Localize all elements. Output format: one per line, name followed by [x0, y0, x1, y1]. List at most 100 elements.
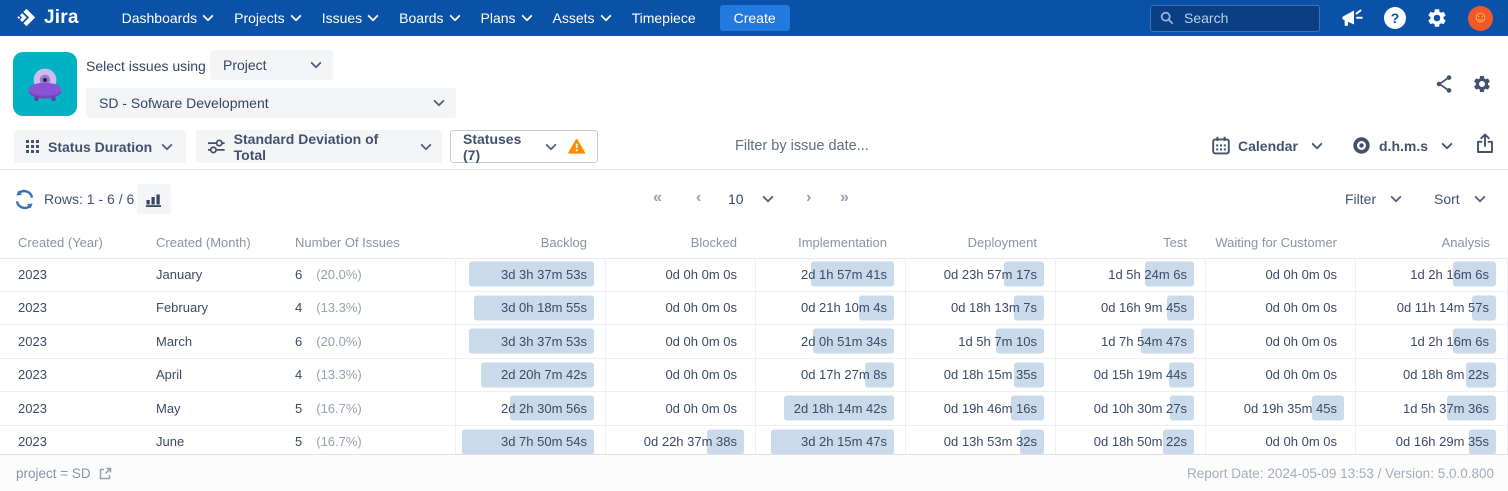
time-format-dropdown[interactable]: d.h.m.s: [1352, 136, 1453, 155]
table-body: 2023 January 6 (20.0%) 3d 3h 37m 53s 0d 0h 0m…: [0, 258, 1508, 459]
share-icon: [1436, 75, 1452, 93]
cell-duration: 2d 20h 7m 42s: [455, 358, 605, 391]
cell-issue-count: 5 (16.7%): [295, 434, 455, 449]
duration-value: 1d 5h 7m 10s: [958, 333, 1037, 349]
gear-icon: [1428, 9, 1446, 27]
report-settings-button[interactable]: [1472, 74, 1492, 94]
pagination-next-button[interactable]: ›: [806, 189, 811, 207]
pagination-last-button[interactable]: »: [840, 189, 849, 207]
duration-value: 2d 2h 30m 56s: [500, 400, 587, 416]
cell-year: 2023: [18, 333, 47, 349]
ufo-icon: [28, 68, 62, 102]
duration-value: 0d 0h 0m 0s: [665, 400, 737, 416]
project-select[interactable]: SD - Sofware Development: [86, 88, 456, 118]
duration-value: 0d 16h 9m 45s: [1100, 300, 1187, 316]
table-row: 2023 February 4 (13.3%) 3d 0h 18m 55s 0d 0h 0…: [0, 291, 1508, 325]
issue-count-value: 5: [295, 434, 303, 450]
calendar-icon: [1212, 136, 1230, 155]
filter-dropdown[interactable]: Filter: [1345, 191, 1402, 207]
issue-date-filter[interactable]: Filter by issue date...: [735, 138, 869, 154]
duration-value: 0d 21h 10m 4s: [800, 300, 887, 316]
create-button[interactable]: Create: [719, 5, 790, 31]
jira-logo[interactable]: Jira: [15, 7, 79, 29]
page-size-select[interactable]: 10: [728, 191, 774, 207]
nav-item-boards[interactable]: Boards: [388, 0, 469, 36]
pagination-first-button[interactable]: «: [653, 189, 662, 207]
duration-value: 0d 11h 14m 57s: [1396, 300, 1489, 316]
nav-item-dashboards[interactable]: Dashboards: [111, 0, 224, 36]
report-type-dropdown[interactable]: Status Duration: [14, 130, 186, 163]
grid-icon: [26, 140, 39, 153]
nav-item-plans[interactable]: Plans: [470, 0, 542, 36]
table-row: 2023 May 5 (16.7%) 2d 2h 30m 56s 0d 0h 0m 0s 2…: [0, 392, 1508, 426]
time-format-label: d.h.m.s: [1379, 137, 1429, 154]
duration-value: 2d 20h 7m 42s: [500, 367, 587, 383]
nav-item-label: Plans: [480, 10, 516, 26]
cell-duration: 2d 1h 57m 41s: [755, 258, 905, 291]
user-avatar[interactable]: ☺: [1468, 5, 1493, 31]
duration-value: 1d 7h 54m 47s: [1100, 333, 1187, 349]
cell-duration: 0d 18h 15m 35s: [905, 358, 1055, 391]
settings-button[interactable]: [1426, 7, 1448, 29]
duration-value: 0d 18h 15m 35s: [943, 367, 1037, 383]
rows-count-label: Rows: 1 - 6 / 6: [44, 191, 135, 207]
cell-duration: 0d 19h 46m 16s: [905, 392, 1055, 425]
cell-duration: 0d 0h 0m 0s: [605, 392, 755, 425]
column-header-created-year-: Created (Year): [18, 234, 103, 250]
external-link-icon[interactable]: [98, 467, 112, 481]
cell-issue-count: 4 (13.3%): [295, 367, 455, 382]
chevron-down-icon: [420, 138, 432, 151]
pagination-prev-button[interactable]: ‹: [696, 189, 701, 207]
calendar-dropdown[interactable]: Calendar: [1212, 136, 1323, 155]
help-button[interactable]: ?: [1384, 7, 1406, 29]
cell-duration: 2d 18h 14m 42s: [755, 392, 905, 425]
chevron-down-icon: [290, 10, 302, 22]
bar-chart-icon: [145, 194, 161, 207]
cell-duration: 0d 21h 10m 4s: [755, 291, 905, 324]
cell-duration: 0d 0h 0m 0s: [605, 325, 755, 358]
nav-item-issues[interactable]: Issues: [311, 0, 388, 36]
cell-duration: 0d 0h 0m 0s: [605, 291, 755, 324]
statuses-dropdown[interactable]: Statuses (7): [450, 130, 598, 163]
metric-dropdown[interactable]: Standard Deviation of Total: [196, 130, 442, 163]
duration-value: 1d 2h 16m 6s: [1410, 333, 1489, 349]
duration-value: 0d 18h 8m 22s: [1402, 367, 1489, 383]
nav-item-timepiece[interactable]: Timepiece: [621, 0, 707, 36]
search-input[interactable]: [1182, 9, 1306, 27]
issue-count-value: 4: [295, 300, 303, 316]
share-button[interactable]: [1435, 74, 1453, 94]
refresh-button[interactable]: [13, 188, 36, 211]
chevron-down-icon: [161, 138, 173, 151]
duration-value: 1d 5h 24m 6s: [1108, 266, 1187, 282]
nav-item-assets[interactable]: Assets: [542, 0, 621, 36]
refresh-icon: [15, 189, 34, 210]
issue-count-value: 5: [295, 400, 303, 416]
chevron-down-icon: [448, 10, 461, 22]
header-actions: [1435, 74, 1492, 94]
sort-dropdown[interactable]: Sort: [1434, 191, 1486, 207]
cell-year: 2023: [18, 300, 47, 316]
issue-count-percentage: (13.3%): [316, 300, 362, 316]
duration-value: 0d 0h 0m 0s: [1265, 367, 1337, 383]
table-row: 2023 March 6 (20.0%) 3d 3h 37m 53s 0d 0h 0m 0…: [0, 325, 1508, 359]
warning-icon: [567, 138, 585, 154]
chevron-down-icon: [520, 10, 533, 22]
issue-source-select[interactable]: Project: [210, 50, 333, 80]
nav-item-label: Boards: [399, 10, 444, 26]
cell-duration: 0d 23h 57m 17s: [905, 258, 1055, 291]
table-row: 2023 January 6 (20.0%) 3d 3h 37m 53s 0d 0h 0m…: [0, 258, 1508, 292]
duration-value: 0d 0h 0m 0s: [1265, 333, 1337, 349]
export-button[interactable]: [1476, 133, 1494, 154]
chart-view-button[interactable]: [137, 184, 171, 214]
global-search[interactable]: [1150, 4, 1320, 32]
statuses-label: Statuses (7): [463, 130, 522, 163]
column-header-backlog: Backlog: [540, 234, 587, 250]
top-navbar: Jira Dashboards Projects Issues Boards Plans…: [0, 0, 1508, 36]
issue-count-value: 6: [295, 333, 303, 349]
duration-value: 0d 23h 57m 17s: [943, 266, 1037, 282]
avatar-face-icon: ☺: [1472, 9, 1489, 26]
sliders-icon: [208, 139, 225, 154]
navbar-right: ? ☺: [1150, 4, 1493, 32]
nav-item-projects[interactable]: Projects: [223, 0, 311, 36]
announcements-button[interactable]: [1340, 7, 1364, 29]
